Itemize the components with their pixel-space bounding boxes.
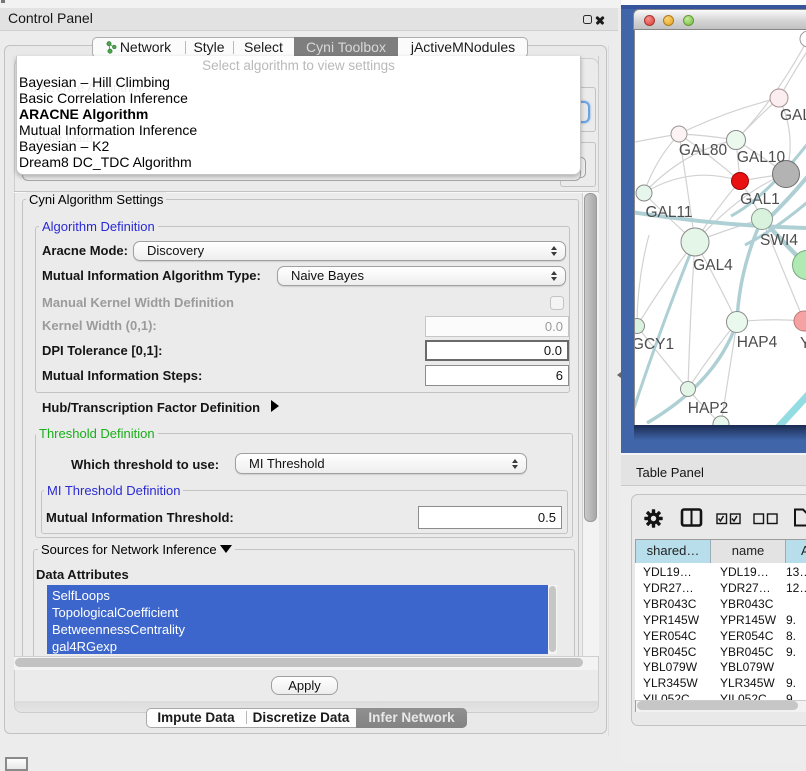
svg-text:Y: Y <box>800 335 806 352</box>
svg-text:GAL10: GAL10 <box>737 149 786 166</box>
svg-text:GAL80: GAL80 <box>679 142 728 159</box>
svg-text:GAL2: GAL2 <box>780 107 806 124</box>
svg-text:GAL4: GAL4 <box>693 257 733 274</box>
svg-text:GCY1: GCY1 <box>635 336 674 353</box>
svg-text:GAL1: GAL1 <box>740 191 780 208</box>
svg-text:SWI4: SWI4 <box>760 232 798 249</box>
svg-text:HAP4: HAP4 <box>737 334 778 351</box>
svg-text:HAP2: HAP2 <box>688 400 729 417</box>
svg-text:GAL11: GAL11 <box>645 204 692 221</box>
